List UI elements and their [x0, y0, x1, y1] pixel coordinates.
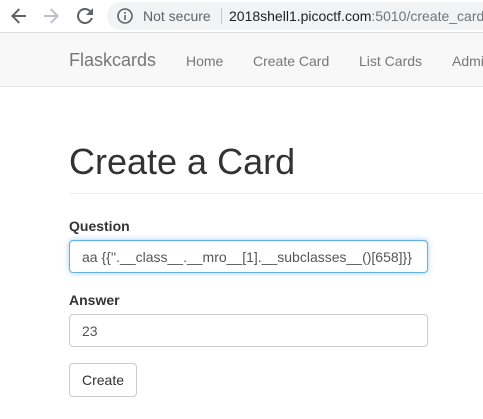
answer-input[interactable] — [69, 314, 428, 347]
back-button[interactable] — [7, 4, 31, 28]
address-divider — [221, 8, 222, 24]
nav-link-create-card[interactable]: Create Card — [253, 52, 329, 70]
arrow-left-icon — [11, 8, 26, 24]
url-text[interactable]: 2018shell1.picoctf.com:5010/create_card — [229, 7, 483, 25]
question-label: Question — [69, 218, 130, 234]
navbar-brand[interactable]: Flaskcards — [69, 49, 156, 71]
reload-button[interactable] — [73, 4, 97, 28]
url-host: 2018shell1.picoctf.com — [229, 8, 372, 24]
answer-label: Answer — [69, 292, 120, 308]
question-input[interactable] — [69, 240, 428, 273]
reload-icon — [77, 8, 93, 24]
nav-link-list-cards[interactable]: List Cards — [359, 52, 422, 70]
address-bar[interactable]: Not secure 2018shell1.picoctf.com:5010/c… — [107, 2, 483, 30]
nav-link-home[interactable]: Home — [186, 52, 223, 70]
title-divider — [69, 193, 483, 194]
create-button[interactable]: Create — [69, 363, 137, 397]
nav-link-admin[interactable]: Admin — [452, 52, 483, 70]
security-label[interactable]: Not secure — [143, 7, 211, 25]
forward-button[interactable] — [39, 4, 63, 28]
browser-toolbar: Not secure 2018shell1.picoctf.com:5010/c… — [0, 0, 483, 33]
arrow-right-icon — [44, 8, 59, 24]
url-path: :5010/create_card — [371, 8, 483, 24]
info-icon[interactable] — [117, 8, 133, 24]
page-title: Create a Card — [69, 141, 296, 182]
navbar: Flaskcards Home Create Card List Cards A… — [0, 33, 483, 87]
page: Not secure 2018shell1.picoctf.com:5010/c… — [0, 0, 483, 419]
